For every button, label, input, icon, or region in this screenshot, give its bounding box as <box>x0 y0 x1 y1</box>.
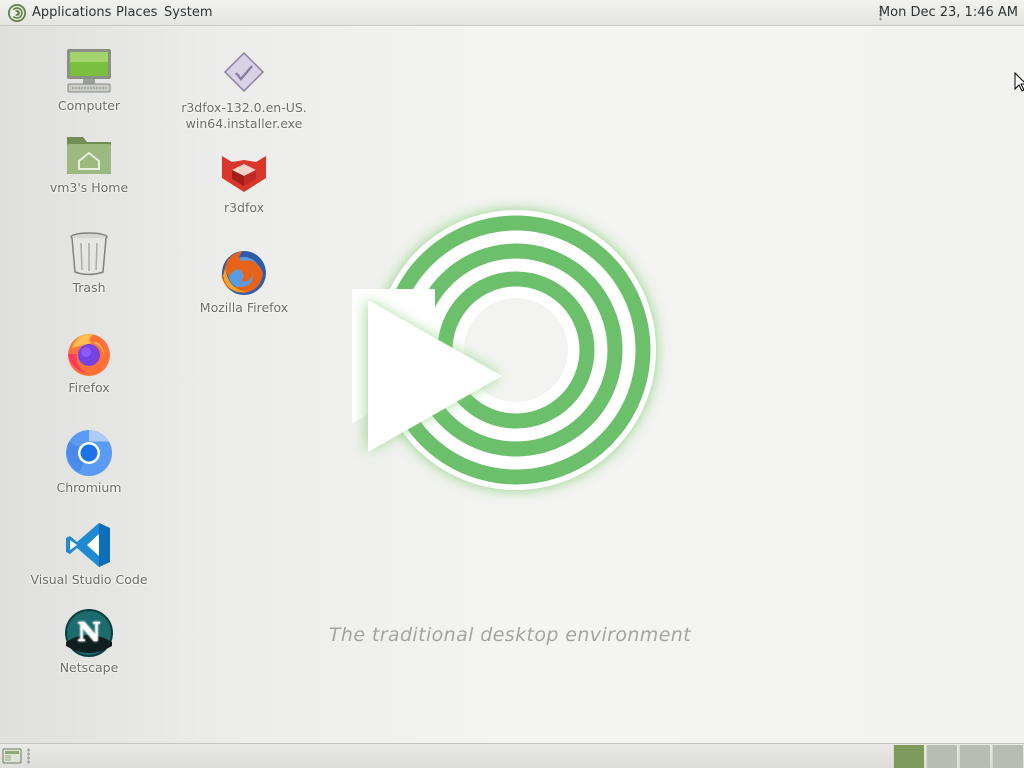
firefox-icon <box>68 333 110 376</box>
chromium-icon <box>66 430 112 476</box>
icon-label: r3dfox-132.0.en-US. win64.installer.exe <box>181 100 307 131</box>
mate-logo-icon[interactable] <box>7 3 27 23</box>
panel-handle[interactable] <box>27 748 30 764</box>
desktop-icon-trash[interactable]: Trash <box>19 228 159 296</box>
icon-label: vm3's Home <box>49 180 129 195</box>
desktop-icon-netscape[interactable]: N Netscape <box>19 608 159 676</box>
netscape-icon: N <box>65 609 113 657</box>
trash-icon <box>70 232 108 276</box>
applications-menu[interactable]: Applications <box>32 5 111 21</box>
workspace-2[interactable] <box>926 745 957 768</box>
vscode-icon <box>66 523 110 567</box>
desktop-icon-firefox[interactable]: Firefox <box>19 328 159 396</box>
places-menu[interactable]: Places <box>116 5 157 21</box>
top-panel: Applications Places System Mon Dec 23, 1… <box>0 0 1024 26</box>
icon-label: Mozilla Firefox <box>199 300 289 315</box>
desktop[interactable]: The traditional desktop environment Comp… <box>0 26 1024 743</box>
workspace-4[interactable] <box>992 745 1023 768</box>
mozilla-firefox-icon <box>221 251 266 295</box>
show-desktop-icon[interactable] <box>2 748 22 764</box>
icon-label: Visual Studio Code <box>30 572 148 587</box>
desktop-icon-r3dfox[interactable]: r3dfox <box>174 148 314 216</box>
mate-wallpaper-logo <box>352 210 656 490</box>
icon-label: Trash <box>72 280 106 295</box>
workspace-3[interactable] <box>959 745 990 768</box>
icon-label: Chromium <box>56 480 122 495</box>
desktop-icon-installer[interactable]: r3dfox-132.0.en-US. win64.installer.exe <box>174 48 314 132</box>
icon-label: Netscape <box>59 660 119 675</box>
mouse-cursor <box>1014 72 1024 92</box>
installer-file-icon <box>223 51 265 93</box>
clock[interactable]: Mon Dec 23, 1:46 AM <box>879 5 1018 21</box>
computer-icon <box>67 49 111 93</box>
svg-text:N: N <box>77 618 101 648</box>
icon-label: Firefox <box>68 380 110 395</box>
desktop-icon-vscode[interactable]: Visual Studio Code <box>19 520 159 588</box>
workspace-1[interactable] <box>893 745 924 768</box>
desktop-icon-home[interactable]: vm3's Home <box>19 128 159 196</box>
system-menu[interactable]: System <box>164 5 212 21</box>
desktop-icon-chromium[interactable]: Chromium <box>19 428 159 496</box>
home-folder-icon <box>67 137 111 174</box>
icon-label: Computer <box>57 98 121 113</box>
icon-label: r3dfox <box>223 200 265 215</box>
bottom-panel <box>0 743 1024 768</box>
desktop-icon-computer[interactable]: Computer <box>19 46 159 114</box>
desktop-icon-mozilla-firefox[interactable]: Mozilla Firefox <box>174 248 314 316</box>
r3dfox-icon <box>222 156 266 192</box>
wallpaper-tagline: The traditional desktop environment <box>328 624 692 646</box>
